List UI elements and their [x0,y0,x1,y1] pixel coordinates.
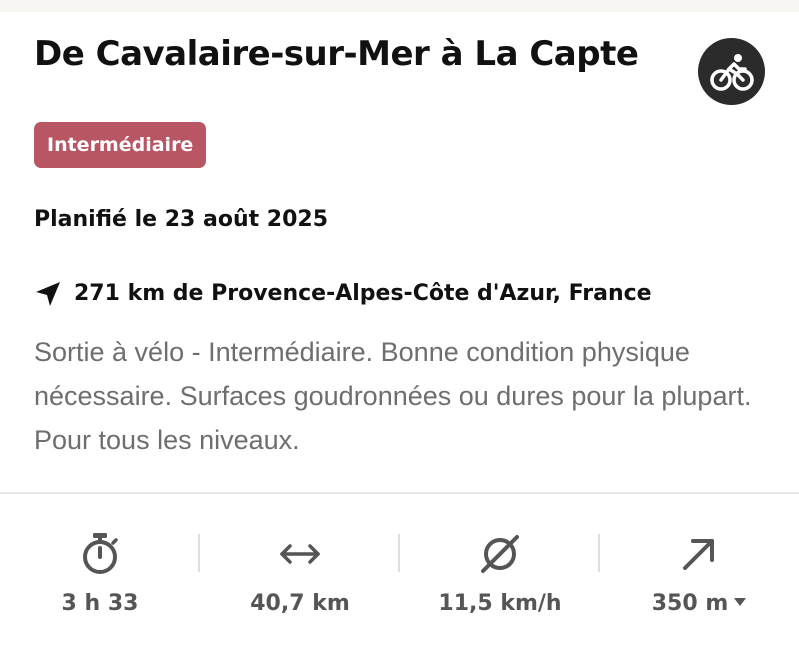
stat-elevation-value[interactable]: 350 m [599,588,799,620]
horizontal-arrows-icon [280,544,320,564]
stat-elevation[interactable]: 350 m [599,494,799,657]
stat-speed-value: 11,5 km/h [438,591,562,616]
stopwatch-icon [83,533,118,574]
activity-type-button[interactable] [698,38,765,105]
stat-distance-value: 40,7 km [250,591,350,616]
location-row: 271 km de Provence-Alpes-Côte d'Azur, Fr… [34,278,652,310]
route-title: De Cavalaire-sur-Mer à La Capte [34,34,639,74]
planned-date: Planifié le 23 août 2025 [34,207,329,232]
top-strip [0,0,799,12]
stat-duration-value: 3 h 33 [61,591,139,616]
average-diameter-icon [481,535,519,573]
diagonal-up-arrow-icon [683,539,714,570]
bicycle-icon [709,53,754,91]
location-text: 271 km de Provence-Alpes-Côte d'Azur, Fr… [74,281,652,306]
navigation-arrow-icon [34,280,62,308]
stat-duration: 3 h 33 [0,494,200,657]
stat-speed: 11,5 km/h [400,494,600,657]
route-description: Sortie à vélo - Intermédiaire. Bonne con… [34,337,752,455]
difficulty-badge: Intermédiaire [34,122,207,168]
caret-down-icon[interactable] [734,598,747,606]
stat-elevation-text: 350 m [651,591,729,616]
stats-bar: 3 h 33 40,7 km 11,5 km/h 350 m [0,494,799,657]
stat-distance: 40,7 km [200,494,400,657]
